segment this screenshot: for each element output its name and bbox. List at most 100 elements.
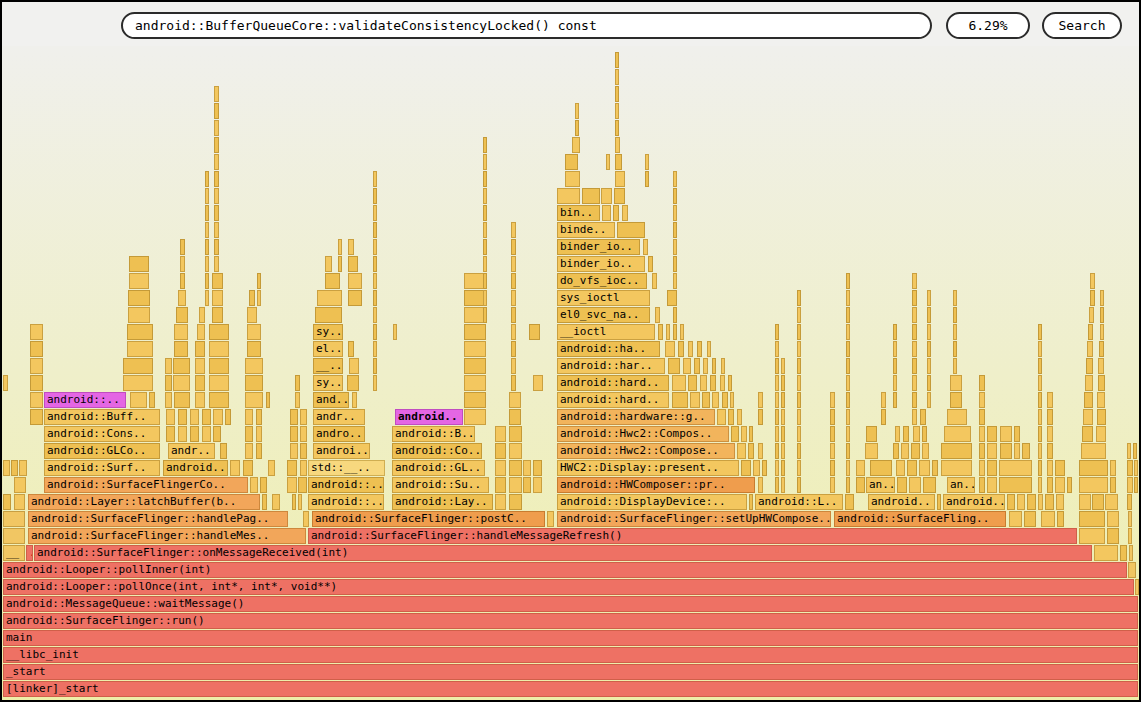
flame-frame-small[interactable]	[893, 324, 897, 340]
flame-frame-small[interactable]	[846, 307, 850, 323]
flame-frame-small[interactable]	[1128, 562, 1136, 578]
flame-frame-small[interactable]	[230, 460, 240, 476]
flame-frame-small[interactable]	[214, 256, 219, 272]
flame-frame-small[interactable]	[673, 324, 677, 340]
flame-frame[interactable]: android::GLCo..	[44, 443, 160, 459]
flame-frame-small[interactable]	[797, 392, 801, 408]
flame-frame-small[interactable]	[721, 358, 725, 374]
flame-frame[interactable]: __libc_init	[3, 647, 1138, 663]
flame-frame-small[interactable]	[987, 460, 997, 476]
flame-frame-small[interactable]	[464, 358, 486, 374]
flame-frame-small[interactable]	[922, 443, 929, 459]
flame-frame-small[interactable]	[373, 188, 377, 204]
flame-frame-small[interactable]	[256, 443, 262, 459]
flame-frame-small[interactable]	[680, 324, 684, 340]
flame-frame-small[interactable]	[979, 477, 985, 493]
flame-frame-small[interactable]	[655, 307, 660, 323]
flame-frame-small[interactable]	[797, 324, 801, 340]
flame-frame-small[interactable]	[1047, 443, 1053, 459]
flame-frame-small[interactable]	[373, 290, 377, 306]
flame-frame-small[interactable]	[1017, 494, 1025, 510]
flame-frame-small[interactable]	[129, 256, 149, 272]
flame-frame-small[interactable]	[123, 358, 153, 374]
flame-frame-small[interactable]	[256, 426, 262, 442]
flame-frame-small[interactable]	[197, 324, 205, 340]
flame-frame-small[interactable]	[348, 239, 354, 255]
flame-frame-small[interactable]	[575, 103, 579, 119]
flame-frame-small[interactable]	[1079, 477, 1108, 493]
flame-frame-small[interactable]	[781, 426, 785, 442]
flame-frame-small[interactable]	[912, 341, 917, 357]
flame-frame-small[interactable]	[781, 409, 785, 425]
flame-frame-small[interactable]	[775, 375, 779, 391]
flame-frame[interactable]: std::__..	[308, 460, 385, 476]
flame-frame-small[interactable]	[572, 137, 580, 153]
flame-frame-small[interactable]	[483, 239, 487, 255]
flame-frame[interactable]: android::Looper::pollInner(int)	[3, 562, 1127, 578]
flame-frame-small[interactable]	[762, 460, 767, 476]
flame-frame-small[interactable]	[247, 341, 261, 357]
flame-frame-small[interactable]	[741, 460, 751, 476]
flame-frame-small[interactable]	[1024, 511, 1036, 527]
flame-frame-small[interactable]	[338, 239, 342, 255]
flame-frame-small[interactable]	[247, 307, 257, 323]
flame-frame-small[interactable]	[846, 426, 850, 442]
flame-frame-small[interactable]	[348, 273, 362, 289]
flame-frame[interactable]: do_vfs_ioc..	[557, 273, 647, 289]
flame-frame-small[interactable]	[979, 375, 985, 391]
flame-frame[interactable]: android::hard..	[557, 375, 669, 391]
flame-frame-small[interactable]	[846, 392, 850, 408]
flame-frame-small[interactable]	[220, 443, 227, 459]
flame-frame-small[interactable]	[300, 460, 307, 476]
flame-frame-small[interactable]	[214, 120, 219, 136]
flame-frame-small[interactable]	[712, 358, 716, 374]
flame-frame-small[interactable]	[213, 426, 221, 442]
flame-frame-small[interactable]	[665, 341, 675, 357]
flame-frame-small[interactable]	[673, 273, 677, 289]
flame-frame-small[interactable]	[673, 307, 677, 323]
flame-frame-small[interactable]	[702, 392, 710, 408]
flame-frame-small[interactable]	[373, 358, 377, 374]
flame-frame-small[interactable]	[373, 256, 377, 272]
flame-frame-small[interactable]	[495, 443, 506, 459]
flame-frame-small[interactable]	[509, 392, 521, 408]
flame-frame-small[interactable]	[944, 426, 971, 442]
flame-frame-small[interactable]	[797, 358, 801, 374]
flame-frame-small[interactable]	[1084, 392, 1093, 408]
flame-frame-small[interactable]	[1127, 443, 1131, 459]
flame-frame-small[interactable]	[845, 494, 854, 510]
flame-frame-small[interactable]	[1038, 460, 1042, 476]
flame-frame-small[interactable]	[205, 171, 209, 187]
flame-frame[interactable]: andro..	[313, 426, 365, 442]
flame-frame-small[interactable]	[856, 460, 865, 476]
flame-frame-small[interactable]	[298, 477, 307, 493]
flame-frame-small[interactable]	[749, 426, 753, 442]
flame-frame-small[interactable]	[199, 307, 205, 323]
flame-frame-small[interactable]	[846, 443, 850, 459]
flame-frame-small[interactable]	[214, 188, 219, 204]
flame-frame-small[interactable]	[165, 358, 172, 374]
flame-frame-small[interactable]	[1128, 528, 1132, 544]
flame-frame-small[interactable]	[1079, 511, 1105, 527]
flame-frame-small[interactable]	[979, 409, 985, 425]
flame-frame[interactable]: android..	[163, 460, 228, 476]
flame-frame-small[interactable]	[893, 358, 897, 374]
flame-frame-small[interactable]	[3, 375, 8, 391]
flame-frame-small[interactable]	[349, 358, 359, 374]
flame-frame-small[interactable]	[613, 205, 619, 221]
flame-frame-small[interactable]	[214, 103, 219, 119]
flame-frame-small[interactable]	[797, 443, 801, 459]
flame-frame-small[interactable]	[14, 494, 25, 510]
flame-frame-small[interactable]	[1041, 511, 1055, 527]
flame-frame-small[interactable]	[202, 426, 211, 442]
flame-frame-small[interactable]	[393, 324, 397, 340]
flame-frame-small[interactable]	[846, 273, 850, 289]
flame-frame-small[interactable]	[758, 409, 763, 425]
flame-frame-small[interactable]	[927, 307, 931, 323]
flame-frame-small[interactable]	[683, 358, 691, 374]
flame-frame-small[interactable]	[325, 273, 340, 289]
flame-frame-small[interactable]	[529, 324, 540, 340]
flame-frame-small[interactable]	[781, 375, 785, 391]
flame-frame-small[interactable]	[245, 443, 253, 459]
flame-frame-small[interactable]	[1110, 477, 1116, 493]
